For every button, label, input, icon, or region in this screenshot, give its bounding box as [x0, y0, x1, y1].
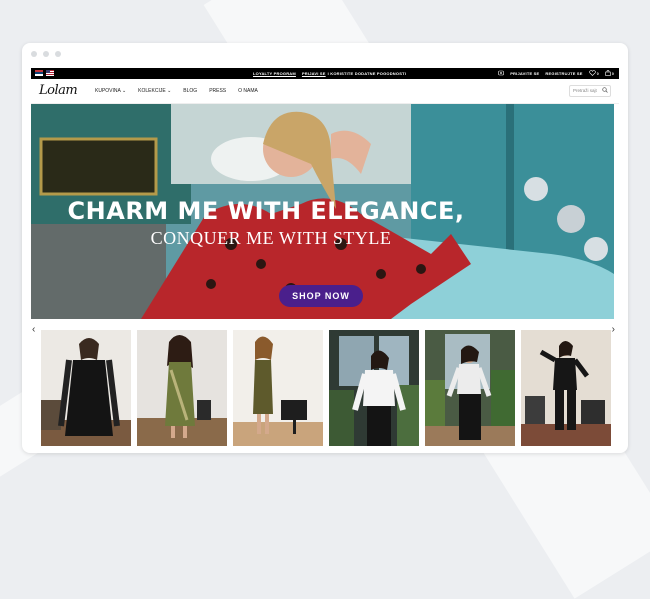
- search-placeholder: Pretraži sajt: [573, 88, 597, 93]
- menu-label: KUPOVINA: [95, 88, 121, 94]
- wishlist-button[interactable]: 0: [589, 70, 599, 76]
- chevron-down-icon: ⌄: [167, 88, 172, 94]
- hero-headline: CHARM ME WITH ELEGANCE,: [67, 197, 465, 225]
- window-dot[interactable]: [43, 51, 49, 57]
- usa-flag-icon[interactable]: [46, 70, 54, 76]
- chevron-left-icon[interactable]: ‹: [32, 324, 35, 335]
- heart-icon: [589, 70, 596, 76]
- window-dot[interactable]: [31, 51, 37, 57]
- top-bar: LOYALTY PROGRAM PRIJAVI SE I KORISTITE D…: [31, 68, 619, 79]
- menu-item-blog[interactable]: BLOG: [183, 88, 197, 94]
- main-navbar: Lolam KUPOVINA ⌄ KOLEKCIJE ⌄ BLOG PRESS …: [31, 79, 619, 104]
- menu-item-press[interactable]: PRESS: [209, 88, 226, 94]
- loyalty-program-link[interactable]: LOYALTY PROGRAM: [253, 71, 296, 76]
- product-thumbnail[interactable]: [137, 330, 227, 446]
- hero-banner[interactable]: CHARM ME WITH ELEGANCE, CONQUER ME WITH …: [31, 104, 614, 319]
- window-dot[interactable]: [55, 51, 61, 57]
- browser-window: LOYALTY PROGRAM PRIJAVI SE I KORISTITE D…: [22, 43, 628, 453]
- menu-label: KOLEKCIJE: [138, 88, 166, 94]
- product-thumbnail[interactable]: [233, 330, 323, 446]
- account-icon[interactable]: [498, 70, 504, 76]
- serbian-flag-icon[interactable]: [35, 70, 43, 76]
- promo-signup-link[interactable]: PRIJAVI SE: [302, 71, 326, 76]
- hero-subheadline: CONQUER ME WITH STYLE: [150, 228, 392, 248]
- search-input[interactable]: Pretraži sajt: [569, 85, 611, 97]
- cart-count: 0: [611, 72, 614, 76]
- site-logo[interactable]: Lolam: [39, 83, 78, 98]
- register-link[interactable]: REGISTRUJTE SE: [545, 71, 582, 76]
- main-menu: KUPOVINA ⌄ KOLEKCIJE ⌄ BLOG PRESS O NAMA: [95, 88, 258, 94]
- wishlist-count: 0: [596, 72, 599, 76]
- shop-now-button[interactable]: SHOP NOW: [279, 285, 363, 307]
- window-controls: [31, 51, 61, 57]
- menu-item-kupovina[interactable]: KUPOVINA ⌄: [95, 88, 126, 94]
- product-carousel: ‹ ›: [31, 324, 619, 448]
- account-links: PRIJAVITE SE REGISTRUJTE SE 0 0: [498, 70, 614, 76]
- product-thumbnail[interactable]: [41, 330, 131, 446]
- menu-item-kolekcije[interactable]: KOLEKCIJE ⌄: [138, 88, 171, 94]
- menu-item-o-nama[interactable]: O NAMA: [238, 88, 258, 94]
- bag-icon: [605, 70, 611, 76]
- product-thumbnail[interactable]: [329, 330, 419, 446]
- product-thumbnail[interactable]: [521, 330, 611, 446]
- search-icon[interactable]: [602, 87, 608, 93]
- promo-text: I KORISTITE DODATNE POGODNOSTI: [327, 71, 407, 76]
- product-thumbnail[interactable]: [425, 330, 515, 446]
- chevron-right-icon[interactable]: ›: [612, 324, 615, 335]
- promo-strip: LOYALTY PROGRAM PRIJAVI SE I KORISTITE D…: [253, 71, 406, 76]
- language-switcher: [35, 70, 54, 76]
- chevron-down-icon: ⌄: [121, 88, 127, 94]
- login-link[interactable]: PRIJAVITE SE: [510, 71, 539, 76]
- cart-button[interactable]: 0: [605, 70, 614, 76]
